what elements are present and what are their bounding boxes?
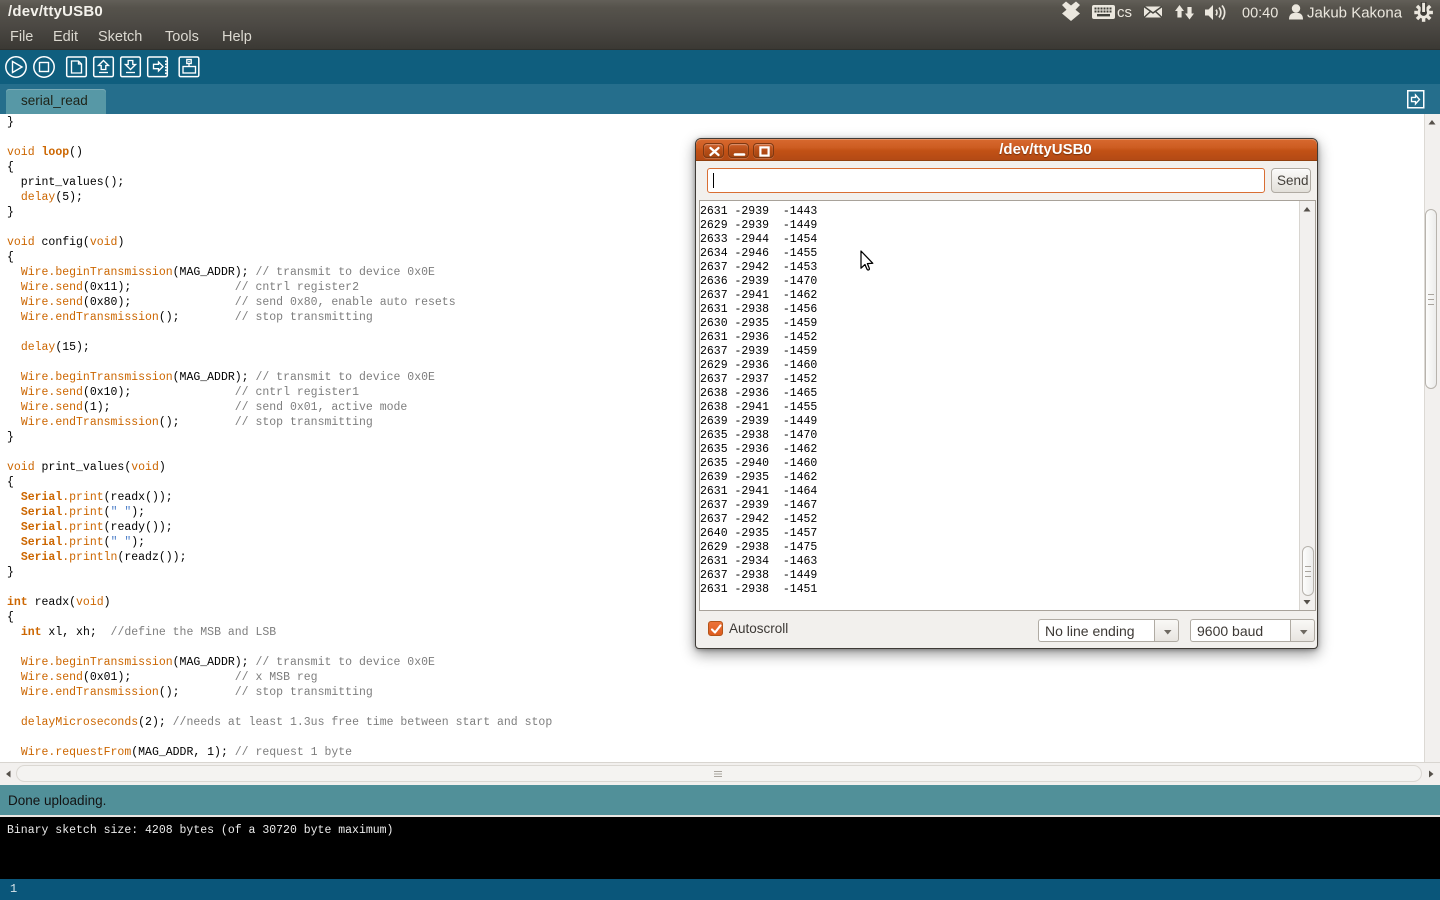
svg-text:cs: cs: [1117, 4, 1132, 21]
svg-text:Jakub Kakona: Jakub Kakona: [1307, 5, 1403, 22]
svg-text:00:40: 00:40: [1242, 6, 1278, 22]
